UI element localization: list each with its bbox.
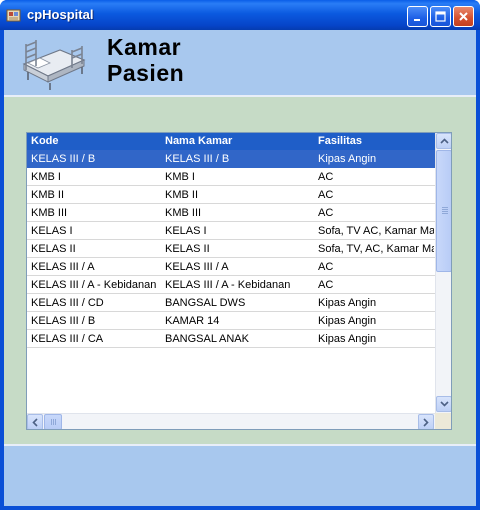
title-bar[interactable]: cpHospital	[0, 0, 480, 30]
cell-nama-kamar: KELAS III / B	[165, 153, 230, 165]
cell-fasilitas: AC	[318, 171, 334, 183]
cell-kode: KELAS II	[31, 243, 76, 255]
cell-nama-kamar: KMB I	[165, 171, 195, 183]
cell-fasilitas: Sofa, TV AC, Kamar Mandi	[318, 225, 434, 237]
list-header: Kode Nama Kamar Fasilitas	[27, 133, 435, 150]
close-icon	[459, 12, 468, 21]
grip-line	[442, 213, 448, 214]
list-item[interactable]: KELAS III / B KAMAR 14 Kipas Angin	[27, 312, 435, 330]
cell-nama-kamar: KELAS III / A	[165, 261, 229, 273]
cell-fasilitas: Kipas Angin	[318, 333, 377, 345]
cell-kode: KMB II	[31, 189, 65, 201]
scrollbar-corner	[435, 413, 451, 429]
vertical-scroll-thumb[interactable]	[436, 150, 451, 272]
column-header-kode[interactable]: Kode	[31, 135, 59, 147]
cell-nama-kamar: KAMAR 14	[165, 315, 220, 327]
list-item[interactable]: KMB I KMB I AC	[27, 168, 435, 186]
grip-line	[442, 207, 448, 208]
cell-kode: KMB I	[31, 171, 61, 183]
scroll-left-button[interactable]	[27, 414, 43, 429]
cell-fasilitas: Kipas Angin	[318, 315, 377, 327]
grip-line	[53, 419, 54, 425]
cell-kode: KELAS III / CD	[31, 297, 104, 309]
page-title-line-2: Pasien	[107, 60, 185, 86]
hospital-bed-icon	[22, 40, 86, 90]
cell-nama-kamar: BANGSAL DWS	[165, 297, 246, 309]
cell-kode: KELAS III / B	[31, 153, 96, 165]
cell-fasilitas: Kipas Angin	[318, 297, 377, 309]
hospital-app-icon	[6, 9, 21, 22]
scroll-right-button[interactable]	[418, 414, 434, 429]
maximize-icon	[435, 11, 446, 22]
list-item[interactable]: KMB II KMB II AC	[27, 186, 435, 204]
page-title-line-1: Kamar	[107, 34, 182, 60]
cell-fasilitas: AC	[318, 189, 334, 201]
app-window: cpHospital Kamar Pasien Kode Nama Kamar …	[0, 0, 480, 510]
grip-line	[442, 209, 448, 210]
cell-nama-kamar: KMB III	[165, 207, 202, 219]
scroll-down-button[interactable]	[436, 396, 451, 412]
cell-nama-kamar: BANGSAL ANAK	[165, 333, 249, 345]
list-item[interactable]: KELAS III / CA BANGSAL ANAK Kipas Angin	[27, 330, 435, 348]
list-item[interactable]: KELAS III / A KELAS III / A AC	[27, 258, 435, 276]
list-item[interactable]: KELAS III / A - Kebidanan KELAS III / A …	[27, 276, 435, 294]
horizontal-scrollbar[interactable]	[27, 413, 435, 429]
cell-kode: KELAS III / B	[31, 315, 96, 327]
scroll-up-button[interactable]	[436, 133, 451, 149]
cell-kode: KMB III	[31, 207, 68, 219]
cell-fasilitas: Kipas Angin	[318, 153, 377, 165]
list-item[interactable]: KELAS III / B KELAS III / B Kipas Angin	[27, 150, 435, 168]
list-item[interactable]: KMB III KMB III AC	[27, 204, 435, 222]
list-item[interactable]: KELAS I KELAS I Sofa, TV AC, Kamar Mandi	[27, 222, 435, 240]
list-rows: KELAS III / B KELAS III / B Kipas Angin …	[27, 150, 435, 348]
grip-line	[51, 419, 52, 425]
cell-fasilitas: Sofa, TV, AC, Kamar Mandi	[318, 243, 434, 255]
list-item[interactable]: KELAS III / CD BANGSAL DWS Kipas Angin	[27, 294, 435, 312]
room-list-view[interactable]: Kode Nama Kamar Fasilitas KELAS III / B …	[26, 132, 452, 430]
vertical-scrollbar[interactable]	[435, 133, 451, 413]
chevron-down-icon	[439, 401, 449, 407]
page-title: Kamar Pasien	[107, 34, 184, 86]
cell-kode: KELAS III / A	[31, 261, 95, 273]
list-item[interactable]: KELAS II KELAS II Sofa, TV, AC, Kamar Ma…	[27, 240, 435, 258]
cell-fasilitas: AC	[318, 279, 334, 291]
column-header-nama-kamar[interactable]: Nama Kamar	[165, 135, 232, 147]
chevron-right-icon	[423, 417, 429, 427]
cell-kode: KELAS III / A - Kebidanan	[31, 279, 157, 291]
cell-nama-kamar: KELAS II	[165, 243, 210, 255]
chevron-up-icon	[439, 138, 449, 144]
minimize-icon	[414, 19, 420, 21]
minimize-button[interactable]	[407, 6, 428, 27]
cell-fasilitas: AC	[318, 261, 334, 273]
chevron-left-icon	[32, 417, 38, 427]
window-title: cpHospital	[27, 7, 94, 22]
grip-line	[55, 419, 56, 425]
client-area: Kamar Pasien Kode Nama Kamar Fasilitas K…	[4, 30, 476, 506]
cell-kode: KELAS I	[31, 225, 73, 237]
cell-nama-kamar: KMB II	[165, 189, 199, 201]
header-panel: Kamar Pasien	[4, 30, 476, 97]
grip-line	[442, 211, 448, 212]
horizontal-scroll-thumb[interactable]	[44, 414, 62, 429]
cell-nama-kamar: KELAS III / A - Kebidanan	[165, 279, 291, 291]
close-button[interactable]	[453, 6, 474, 27]
column-header-fasilitas[interactable]: Fasilitas	[318, 135, 362, 147]
cell-fasilitas: AC	[318, 207, 334, 219]
maximize-button[interactable]	[430, 6, 451, 27]
cell-nama-kamar: KELAS I	[165, 225, 207, 237]
cell-kode: KELAS III / CA	[31, 333, 104, 345]
footer-panel	[4, 444, 476, 506]
